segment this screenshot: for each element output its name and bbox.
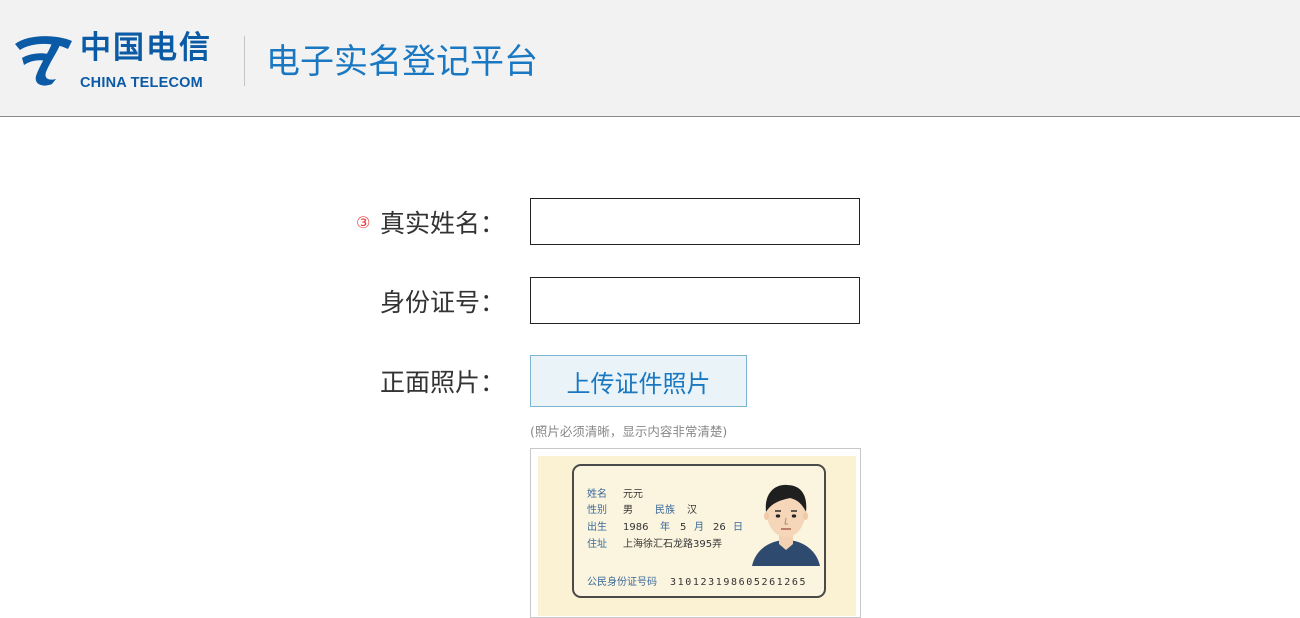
front-photo-label: 正面照片： bbox=[380, 368, 506, 397]
id-year-char: 年 bbox=[660, 522, 670, 533]
id-birth-day: 26 bbox=[713, 522, 726, 533]
platform-title: 电子实名登记平台 bbox=[266, 42, 538, 82]
required-mark: ③ bbox=[356, 213, 371, 232]
name-label: 真实姓名： bbox=[380, 209, 506, 238]
header: 中国电信 CHINA TELECOM 电子实名登记平台 bbox=[0, 0, 1300, 117]
header-divider bbox=[244, 36, 245, 86]
id-birth-key: 出生 bbox=[587, 522, 607, 533]
id-address-key: 住址 bbox=[587, 539, 607, 550]
id-portrait-icon bbox=[752, 484, 820, 566]
sample-id-background: 姓名 元元 性别 男 民族 汉 出生 1986 年 5 月 26 日 住址 上海… bbox=[538, 456, 856, 616]
upload-id-photo-button[interactable]: 上传证件照片 bbox=[530, 355, 747, 407]
id-name-key: 姓名 bbox=[587, 489, 607, 500]
id-number-label: 身份证号： bbox=[380, 288, 506, 317]
id-gender-value: 男 bbox=[623, 505, 633, 516]
id-number-key: 公民身份证号码 bbox=[587, 577, 657, 588]
logo-text-cn: 中国电信 bbox=[80, 30, 212, 66]
sample-id-image: 姓名 元元 性别 男 民族 汉 出生 1986 年 5 月 26 日 住址 上海… bbox=[530, 448, 861, 618]
id-month-char: 月 bbox=[694, 522, 704, 533]
id-birth-month: 5 bbox=[680, 522, 687, 533]
id-birth-year: 1986 bbox=[623, 522, 649, 533]
id-day-char: 日 bbox=[733, 522, 743, 533]
upload-hint: (照片必须清晰，显示内容非常清楚) bbox=[530, 424, 728, 439]
logo-text-en: CHINA TELECOM bbox=[80, 75, 203, 91]
id-ethnicity-key: 民族 bbox=[655, 505, 675, 516]
sample-id-card: 姓名 元元 性别 男 民族 汉 出生 1986 年 5 月 26 日 住址 上海… bbox=[572, 464, 826, 598]
id-number-input[interactable] bbox=[530, 277, 860, 324]
id-address-value: 上海徐汇石龙路395弄 bbox=[623, 539, 723, 550]
id-gender-key: 性别 bbox=[587, 505, 607, 516]
id-ethnicity-value: 汉 bbox=[687, 505, 697, 516]
china-telecom-logo-icon bbox=[15, 36, 72, 86]
name-input[interactable] bbox=[530, 198, 860, 245]
id-name-value: 元元 bbox=[623, 489, 643, 500]
id-number-value: 310123198605261265 bbox=[670, 577, 808, 588]
